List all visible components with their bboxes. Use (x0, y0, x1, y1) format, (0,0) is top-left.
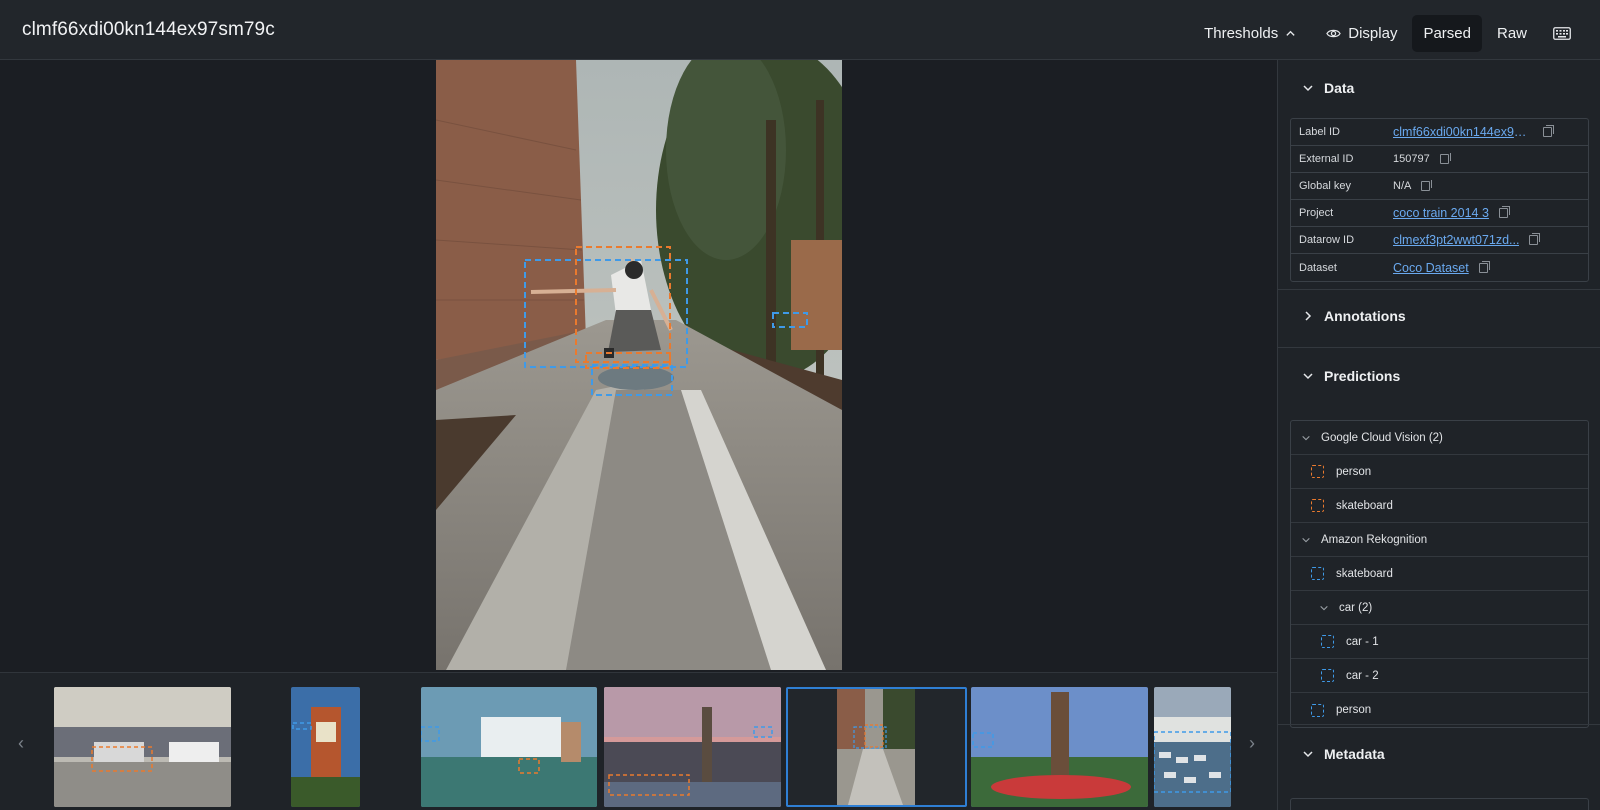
row-key: Datarow ID (1299, 234, 1355, 246)
subgroup-label: car (2) (1339, 601, 1373, 614)
chevron-down-icon (1302, 537, 1310, 542)
dashed-box-icon (1311, 567, 1324, 580)
details-sidebar: Data Label ID clmf66xdi00kn144ex97sm79c … (1277, 60, 1600, 810)
copy-icon[interactable] (1439, 153, 1451, 164)
data-section-header[interactable]: Data (1302, 80, 1354, 96)
thresholds-label: Thresholds (1204, 25, 1279, 42)
prediction-item[interactable]: car - 1 (1291, 625, 1588, 659)
predictions-tree: Google Cloud Vision (2) person skateboar… (1290, 420, 1589, 728)
thumbnail-3[interactable] (421, 687, 597, 807)
table-row: Label ID clmf66xdi00kn144ex97sm79c (1291, 119, 1588, 146)
item-label: person (1336, 465, 1372, 478)
display-label: Display (1348, 25, 1398, 42)
table-row: External ID 150797 (1291, 146, 1588, 173)
item-label: car - 2 (1346, 669, 1379, 682)
copy-icon[interactable] (1478, 260, 1490, 273)
annotations-section-header[interactable]: Annotations (1302, 308, 1406, 324)
data-section-title: Data (1324, 80, 1355, 96)
chevron-down-icon (1302, 435, 1310, 440)
item-label: car - 1 (1346, 635, 1379, 648)
thumbnail-5-selected[interactable] (786, 687, 967, 807)
dashed-box-icon (1321, 669, 1334, 682)
main-image[interactable] (436, 60, 842, 670)
dashed-box-icon (1311, 703, 1324, 717)
skateboard-scene-image (436, 60, 842, 670)
keyboard-icon (1553, 27, 1571, 40)
divider (1278, 289, 1600, 290)
item-label: skateboard (1336, 499, 1393, 512)
chevron-right-icon[interactable]: › (1249, 733, 1255, 754)
row-key: Label ID (1299, 126, 1340, 138)
prediction-item[interactable]: car - 2 (1291, 659, 1588, 693)
prediction-item[interactable]: skateboard (1291, 557, 1588, 591)
chevron-up-icon (1286, 30, 1295, 36)
row-key: External ID (1299, 153, 1354, 165)
chevron-down-icon (1320, 605, 1328, 610)
row-key: Project (1299, 207, 1334, 219)
dashed-box-icon (1321, 635, 1334, 648)
datarow-id-link[interactable]: clmexf3pt2wwt071zd... (1393, 233, 1519, 247)
thumbnail-7[interactable] (1154, 687, 1231, 807)
dashed-box-icon (1311, 499, 1324, 512)
table-row: Global key N/A (1291, 173, 1588, 200)
chevron-left-icon[interactable]: ‹ (18, 733, 24, 754)
dataset-link[interactable]: Coco Dataset (1393, 261, 1469, 275)
row-key: Global key (1299, 180, 1351, 192)
eye-icon (1326, 29, 1342, 38)
thumbnail-1[interactable] (54, 687, 231, 807)
item-label: skateboard (1336, 567, 1393, 580)
divider (1278, 347, 1600, 348)
prediction-group-amazon[interactable]: Amazon Rekognition (1291, 523, 1588, 557)
page-title: clmf66xdi00kn144ex97sm79c (22, 19, 275, 40)
copy-icon[interactable] (1421, 180, 1433, 191)
prediction-subgroup-car[interactable]: car (2) (1291, 591, 1588, 625)
top-bar: clmf66xdi00kn144ex97sm79c Thresholds Dis… (0, 0, 1600, 60)
chevron-down-icon (1303, 751, 1313, 758)
divider (1278, 724, 1600, 725)
raw-label: Raw (1496, 25, 1527, 42)
predictions-section-title: Predictions (1324, 368, 1401, 384)
external-id-value: 150797 (1393, 153, 1430, 165)
table-row: Dataset Coco Dataset (1291, 254, 1588, 281)
chevron-right-icon (1305, 311, 1312, 321)
item-label: person (1336, 704, 1372, 716)
keyboard-shortcuts-button[interactable] (1542, 15, 1582, 52)
image-viewer[interactable] (0, 60, 1277, 672)
table-row: Datarow ID clmexf3pt2wwt071zd... (1291, 227, 1588, 254)
parsed-button[interactable]: Parsed (1412, 15, 1482, 52)
copy-icon[interactable] (1529, 233, 1541, 245)
chevron-down-icon (1303, 85, 1313, 92)
prediction-item[interactable]: skateboard (1291, 489, 1588, 523)
top-actions: Thresholds Display Parsed Raw (1193, 15, 1582, 52)
copy-icon[interactable] (1543, 125, 1554, 137)
display-button[interactable]: Display (1315, 15, 1408, 52)
copy-icon[interactable] (1498, 206, 1510, 218)
chevron-down-icon (1303, 373, 1313, 380)
prediction-item[interactable]: person (1291, 455, 1588, 489)
thresholds-button[interactable]: Thresholds (1193, 15, 1307, 52)
metadata-section-title: Metadata (1324, 746, 1385, 762)
project-link[interactable]: coco train 2014 3 (1393, 206, 1489, 220)
prediction-group-gcv[interactable]: Google Cloud Vision (2) (1291, 421, 1588, 455)
label-id-link[interactable]: clmf66xdi00kn144ex97sm79c (1393, 125, 1533, 139)
data-table: Label ID clmf66xdi00kn144ex97sm79c Exter… (1290, 118, 1589, 282)
raw-button[interactable]: Raw (1486, 15, 1538, 52)
annotations-section-title: Annotations (1324, 308, 1406, 324)
thumbnail-strip: ‹ › (0, 672, 1277, 810)
table-row: Project coco train 2014 3 (1291, 200, 1588, 227)
predictions-section-header[interactable]: Predictions (1302, 368, 1400, 384)
dashed-box-icon (1311, 465, 1324, 478)
group-label: Amazon Rekognition (1321, 533, 1428, 546)
row-key: Dataset (1299, 261, 1337, 274)
group-label: Google Cloud Vision (2) (1321, 431, 1443, 444)
metadata-table (1290, 798, 1589, 810)
global-key-value: N/A (1393, 180, 1412, 192)
thumbnail-2[interactable] (291, 687, 360, 807)
parsed-label: Parsed (1423, 25, 1471, 42)
thumbnail-6[interactable] (971, 687, 1148, 807)
thumbnail-4[interactable] (604, 687, 781, 807)
metadata-section-header[interactable]: Metadata (1302, 746, 1385, 762)
prediction-item[interactable]: person (1291, 693, 1588, 727)
